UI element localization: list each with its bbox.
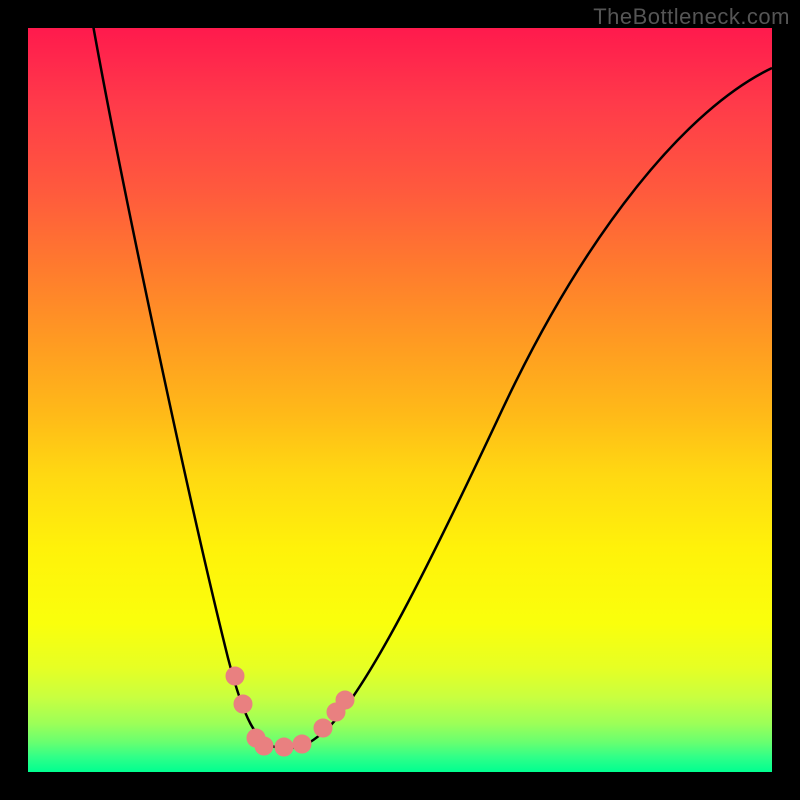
- data-markers: [226, 667, 354, 756]
- plot-area: [28, 28, 772, 772]
- bottleneck-curve: [90, 8, 772, 748]
- chart-frame: TheBottleneck.com: [0, 0, 800, 800]
- watermark-text: TheBottleneck.com: [593, 4, 790, 30]
- data-marker: [293, 735, 311, 753]
- data-marker: [234, 695, 252, 713]
- curve-svg: [28, 28, 772, 772]
- data-marker: [314, 719, 332, 737]
- data-marker: [336, 691, 354, 709]
- data-marker: [275, 738, 293, 756]
- data-marker: [255, 737, 273, 755]
- data-marker: [226, 667, 244, 685]
